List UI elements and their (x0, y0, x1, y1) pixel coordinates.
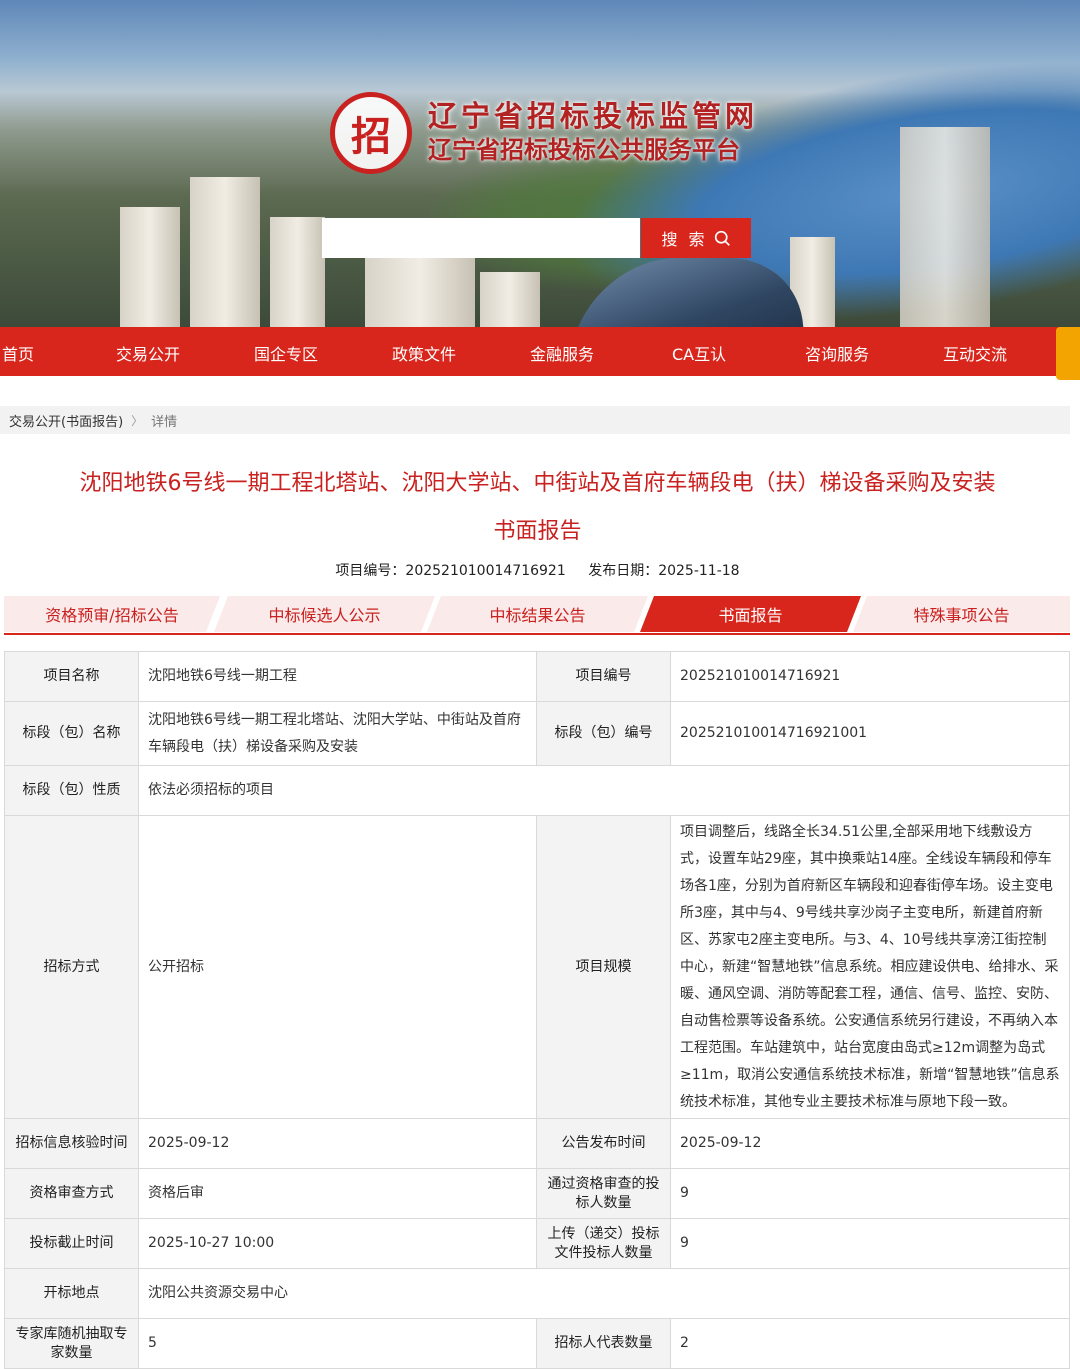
cell-label: 招标人代表数量 (536, 1318, 671, 1369)
breadcrumb: 交易公开(书面报告) 〉 详情 (0, 406, 1070, 434)
cell-label: 招标信息核验时间 (4, 1118, 139, 1169)
publish-date-label: 发布日期： (588, 563, 659, 579)
cell-label: 资格审查方式 (4, 1168, 139, 1219)
cell-value: 2025-10-27 10:00 (138, 1218, 537, 1269)
nav-item-ca[interactable]: CA互认 (672, 341, 726, 365)
cell-value: 9 (670, 1168, 1070, 1219)
cell-value: 公开招标 (138, 815, 537, 1119)
cell-label: 投标截止时间 (4, 1218, 139, 1269)
cell-value: 资格后审 (138, 1168, 537, 1219)
cell-value: 沈阳地铁6号线一期工程 (138, 651, 537, 702)
table-row: 专家库随机抽取专家数量 5 招标人代表数量 2 (4, 1318, 1070, 1369)
table-row: 项目名称 沈阳地铁6号线一期工程 项目编号 202521010014716921 (4, 651, 1070, 702)
page-meta: 项目编号：202521010014716921 发布日期：2025-11-18 (0, 560, 1075, 580)
site-title: 辽宁省招标投标监管网 (428, 99, 759, 133)
cell-label: 招标方式 (4, 815, 139, 1119)
table-row: 资格审查方式 资格后审 通过资格审查的投标人数量 9 (4, 1168, 1070, 1219)
site-logo-seal: 招 (330, 92, 412, 174)
header-banner: 招 辽宁省招标投标监管网 辽宁省招标投标公共服务平台 搜 索 (0, 0, 1080, 327)
project-no-value: 202521010014716921 (405, 563, 566, 579)
search-button[interactable]: 搜 索 (641, 218, 751, 258)
tab-candidate-notice[interactable]: 中标候选人公示 (214, 596, 435, 632)
cell-label: 标段（包）编号 (536, 701, 671, 766)
tab-prequal-notice[interactable]: 资格预审/招标公告 (4, 596, 220, 632)
cell-label: 通过资格审查的投标人数量 (536, 1168, 671, 1219)
search-input[interactable] (322, 218, 640, 258)
nav-item-trade[interactable]: 交易公开 (116, 341, 180, 365)
page-title-subtitle: 书面报告 (493, 519, 582, 544)
banner-building (120, 207, 180, 327)
banner-building (900, 127, 990, 327)
tab-written-report[interactable]: 书面报告 (640, 596, 861, 632)
site-subtitle: 辽宁省招标投标公共服务平台 (428, 136, 740, 164)
cell-label: 专家库随机抽取专家数量 (4, 1318, 139, 1369)
nav-edge-tab (1056, 327, 1080, 380)
page-title: 沈阳地铁6号线一期工程北塔站、沈阳大学站、中街站及首府车辆段电（扶）梯设备采购及… (79, 471, 996, 496)
banner-building (190, 177, 260, 327)
table-row: 开标地点 沈阳公共资源交易中心 (4, 1268, 1070, 1319)
tab-result-notice[interactable]: 中标结果公告 (427, 596, 648, 632)
nav-item-interact[interactable]: 互动交流 (943, 341, 1007, 365)
tab-special-notice[interactable]: 特殊事项公告 (853, 596, 1070, 632)
banner-building (270, 217, 325, 327)
cell-label: 项目规模 (536, 815, 671, 1119)
cell-label: 上传（递交）投标文件投标人数量 (536, 1218, 671, 1269)
banner-building (480, 272, 540, 327)
cell-value: 项目调整后，线路全长34.51公里,全部采用地下线敷设方式，设置车站29座，其中… (670, 815, 1070, 1119)
cell-value: 2025-09-12 (670, 1118, 1070, 1169)
table-row: 招标方式 公开招标 项目规模 项目调整后，线路全长34.51公里,全部采用地下线… (4, 815, 1070, 1119)
cell-value: 202521010014716921001 (670, 701, 1070, 766)
cell-value: 2 (670, 1318, 1070, 1369)
cell-label: 开标地点 (4, 1268, 139, 1319)
cell-label: 项目编号 (536, 651, 671, 702)
project-no-label: 项目编号： (335, 563, 406, 579)
cell-label: 项目名称 (4, 651, 139, 702)
breadcrumb-current: 详情 (151, 414, 178, 430)
nav-item-soe[interactable]: 国企专区 (254, 341, 318, 365)
cell-value: 依法必须招标的项目 (138, 765, 1070, 816)
table-row: 投标截止时间 2025-10-27 10:00 上传（递交）投标文件投标人数量 … (4, 1218, 1070, 1269)
nav-item-consult[interactable]: 咨询服务 (805, 341, 869, 365)
report-tabs: 资格预审/招标公告 中标候选人公示 中标结果公告 书面报告 特殊事项公告 (4, 596, 1070, 635)
breadcrumb-separator: 〉 (131, 413, 144, 428)
cell-value: 9 (670, 1218, 1070, 1269)
nav-item-policy[interactable]: 政策文件 (392, 341, 456, 365)
main-nav: 首页 交易公开 国企专区 政策文件 金融服务 CA互认 咨询服务 互动交流 (0, 327, 1080, 380)
cell-value: 2025-09-12 (138, 1118, 537, 1169)
cell-value: 202521010014716921 (670, 651, 1070, 702)
breadcrumb-parent[interactable]: 交易公开(书面报告) (9, 411, 123, 430)
cell-value: 沈阳公共资源交易中心 (138, 1268, 1070, 1319)
cell-value: 沈阳地铁6号线一期工程北塔站、沈阳大学站、中街站及首府车辆段电（扶）梯设备采购及… (138, 701, 537, 766)
cell-label: 公告发布时间 (536, 1118, 671, 1169)
table-row: 标段（包）名称 沈阳地铁6号线一期工程北塔站、沈阳大学站、中街站及首府车辆段电（… (4, 701, 1070, 766)
cell-label: 标段（包）名称 (4, 701, 139, 766)
publish-date-value: 2025-11-18 (658, 563, 740, 579)
search-button-label: 搜 索 (661, 230, 708, 249)
table-row: 标段（包）性质 依法必须招标的项目 (4, 765, 1070, 816)
report-table: 项目名称 沈阳地铁6号线一期工程 项目编号 202521010014716921… (4, 651, 1070, 1369)
search-icon (714, 230, 730, 246)
nav-item-home[interactable]: 首页 (2, 341, 34, 365)
table-row: 招标信息核验时间 2025-09-12 公告发布时间 2025-09-12 (4, 1118, 1070, 1169)
nav-item-finance[interactable]: 金融服务 (530, 341, 594, 365)
cell-value: 5 (138, 1318, 537, 1369)
cell-label: 标段（包）性质 (4, 765, 139, 816)
site-logo-text: 辽宁省招标投标监管网 辽宁省招标投标公共服务平台 (428, 98, 758, 166)
